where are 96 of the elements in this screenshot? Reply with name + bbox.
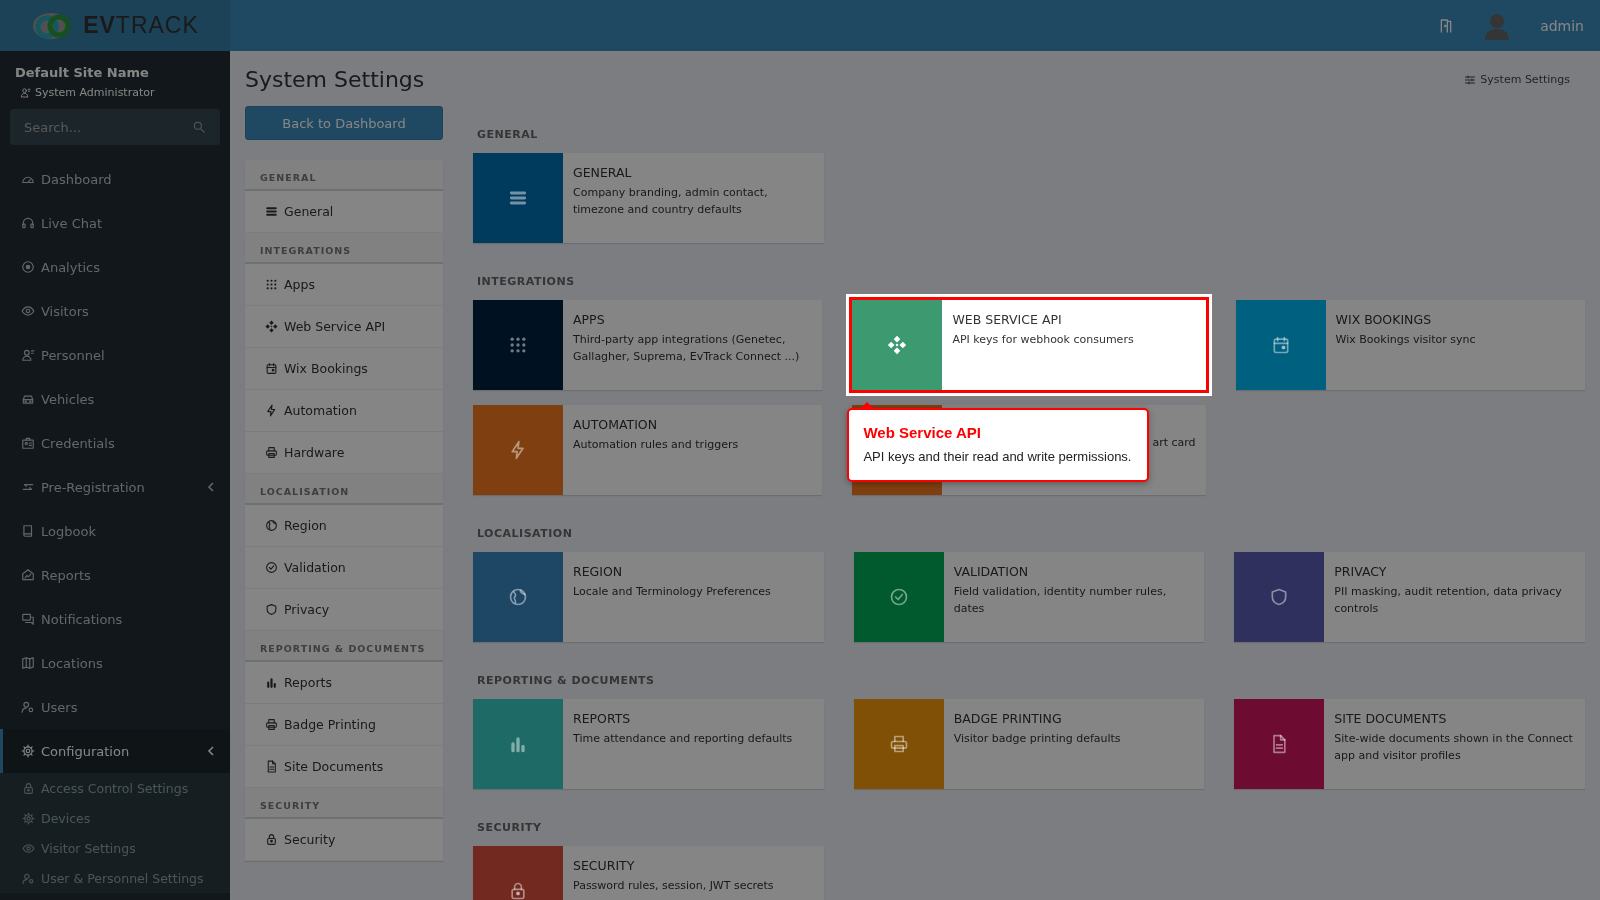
nav-item[interactable]: Apps [245,264,443,306]
user-name[interactable]: admin [1540,17,1584,34]
person-icon [21,348,35,362]
file-icon [265,760,278,773]
house-icon [21,568,35,582]
headset-icon [21,216,35,230]
sliders-icon [1464,73,1477,86]
tooltip-title: Web Service API [863,424,982,441]
nav-item[interactable]: Wix Bookings [245,348,443,390]
menu-item[interactable]: Locations [0,641,230,685]
map-icon [21,656,35,670]
settings-card[interactable]: APPS Third-party app integrations (Genetec, Gallagher, Suprema, EvTrack Connect ...) [473,300,823,390]
grid-icon [508,335,528,355]
settings-card[interactable]: BADGE PRINTING Visitor badge printing defaults [853,699,1205,789]
menu-item[interactable]: Visitors [0,289,230,333]
back-button[interactable]: Back to Dashboard [245,106,443,140]
settings-card[interactable]: SECURITY Password rules, session, JWT secrets [473,846,824,900]
menu-item[interactable]: Reports [0,553,230,597]
page-title: System Settings [245,67,425,92]
diamond-icon [265,320,278,333]
settings-card[interactable]: GENERAL Company branding, admin contact, timezone and country defaults [473,153,824,243]
section-heading: REPORTING & DOCUMENTS [477,674,656,687]
menu-item[interactable]: Analytics [0,245,230,289]
gear-icon [21,744,35,758]
caret-icon [206,746,216,756]
logo-text: EVTRACK [83,12,199,39]
nav-item[interactable]: Security [245,819,443,861]
section-heading: INTEGRATIONS [477,275,576,288]
bolt-icon [265,404,278,417]
printer-icon [265,446,278,459]
menu-item[interactable]: Pre-Registration [0,465,230,509]
menu-item[interactable]: Logbook [0,509,230,553]
person-icon [20,87,31,98]
nav-item[interactable]: Region [245,505,443,547]
nav-heading: GENERAL [245,160,443,191]
nav-item[interactable]: Reports [245,662,443,704]
bar-chart-icon [508,734,528,754]
nav-item[interactable]: Web Service API [245,306,443,348]
target-icon [21,260,35,274]
menu-item[interactable]: Credentials [0,421,230,465]
search-field[interactable]: Search... [10,109,220,145]
search-icon [192,120,206,134]
printer-icon [265,718,278,731]
shield-icon [265,603,278,616]
nav-heading: REPORTING & DOCUMENTS [245,631,443,662]
printer-icon [888,734,909,754]
user-gear-icon [21,700,35,714]
settings-card[interactable]: SITE DOCUMENTS Site-wide documents shown in the Connect app and visitor profiles [1234,699,1585,789]
settings-card[interactable]: VALIDATION Field validation, identity number rules, dates [853,552,1205,642]
shield-icon [1269,587,1290,607]
menu-item[interactable]: Dashboard [0,157,230,201]
section-heading: LOCALISATION [477,527,574,540]
menu-item[interactable]: Personnel [0,333,230,377]
grid-icon [265,278,278,291]
globe-icon [265,519,278,532]
nav-item[interactable]: Automation [245,390,443,432]
id-card-icon [21,436,35,450]
check-circle-icon [888,587,909,607]
nav-heading: INTEGRATIONS [245,233,443,264]
eye-icon [22,841,35,855]
tooltip-text: API keys and their read and write permissions. [863,449,1133,464]
site-name: Default Site Name [14,64,150,80]
nav-item[interactable]: Badge Printing [245,704,443,746]
section-heading: SECURITY [477,821,543,834]
menu-item[interactable]: Live Chat [0,201,230,245]
breadcrumb[interactable]: System Settings [1480,73,1570,86]
nav-heading: LOCALISATION [245,474,443,505]
settings-card[interactable]: PRIVACY PII masking, audit retention, data privacy controls [1234,552,1585,642]
lock-icon [508,881,528,900]
section-heading: GENERAL [477,128,539,141]
eye-icon [21,304,35,318]
diamond-icon [887,335,908,355]
chat-icon [21,612,35,626]
menu-item[interactable]: Notifications [0,597,230,641]
car-icon [21,392,35,406]
caret-icon [206,482,216,492]
settings-card[interactable]: AUTOMATION Automation rules and triggers [473,405,823,495]
lock-icon [265,833,278,846]
lock-icon [22,781,35,795]
settings-card[interactable]: REGION Locale and Terminology Preferences [473,552,824,642]
user-role: System Administrator [35,86,155,99]
user-gear-icon [22,871,35,885]
bar-chart-icon [265,676,278,689]
avatar-icon[interactable] [1484,11,1511,40]
settings-card[interactable]: WIX BOOKINGS Wix Bookings visitor sync [1235,300,1585,390]
calendar-icon [265,362,278,375]
list-icon [265,205,278,218]
menu-item[interactable]: Vehicles [0,377,230,421]
nav-heading: SECURITY [245,788,443,819]
menu-item[interactable]: Users [0,685,230,729]
nav-item[interactable]: Validation [245,547,443,589]
settings-card[interactable]: REPORTS Time attendance and reporting defaults [473,699,824,789]
globe-icon [508,587,528,607]
book-icon [21,524,35,538]
check-circle-icon [265,561,278,574]
gear-icon [22,811,35,825]
